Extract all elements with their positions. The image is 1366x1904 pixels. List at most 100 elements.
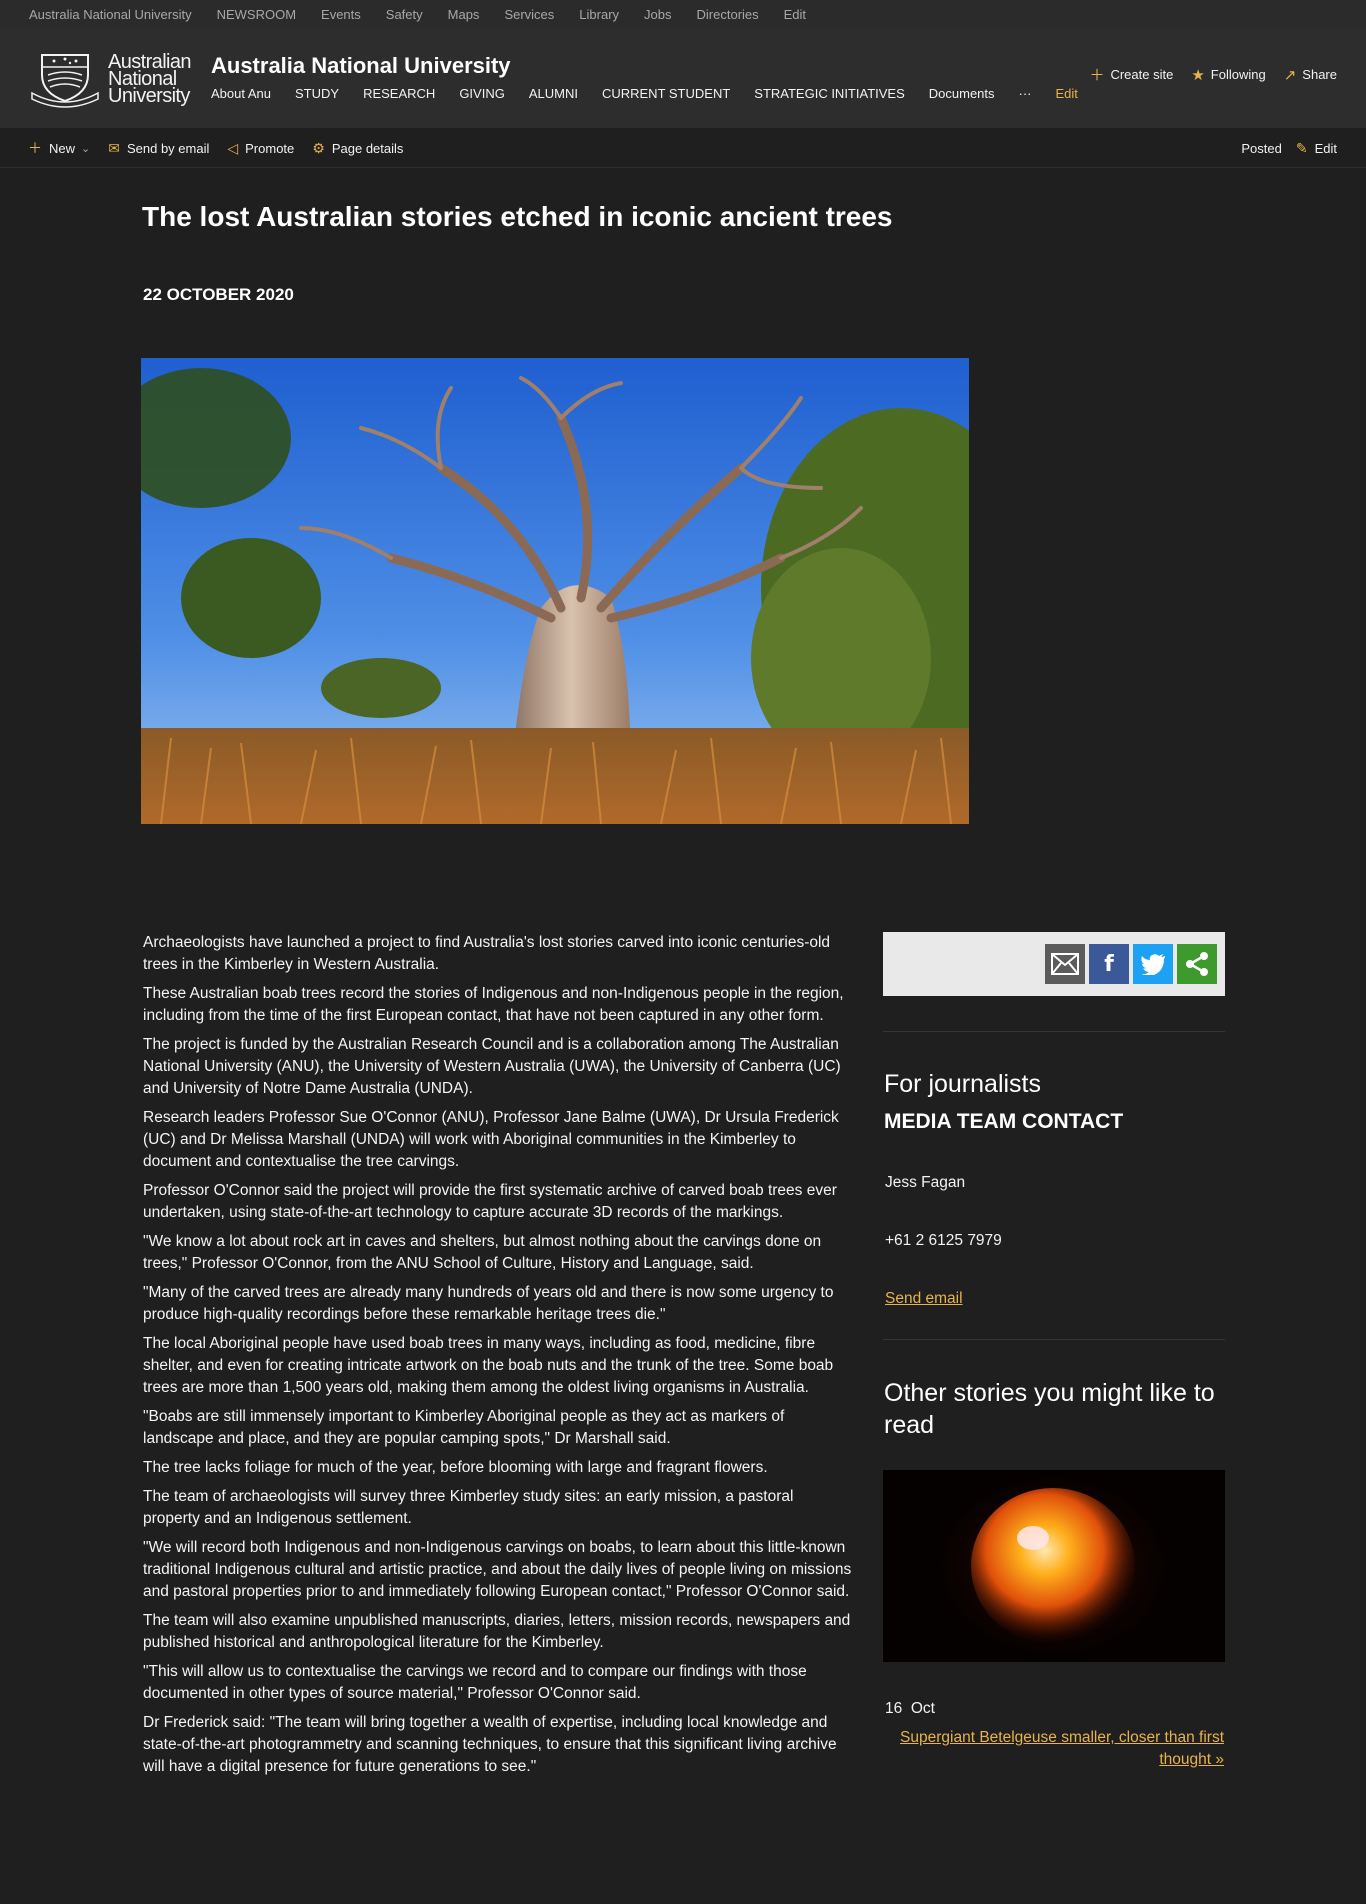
- story-link[interactable]: Supergiant Betelgeuse smaller, closer th…: [885, 1727, 1224, 1771]
- article-paragraph: The team will also examine unpublished m…: [143, 1612, 851, 1651]
- article-date: 22 OCTOBER 2020: [143, 285, 294, 304]
- article-paragraph: The tree lacks foliage for much of the y…: [143, 1459, 768, 1476]
- other-stories-heading: Other stories you might like to read: [884, 1379, 1215, 1439]
- article-paragraph: Professor O'Connor said the project will…: [143, 1182, 837, 1221]
- twitter-icon: [1141, 954, 1165, 975]
- nav-more-button[interactable]: ···: [1019, 86, 1032, 101]
- star-icon: ★: [1191, 66, 1205, 84]
- megaphone-icon: ◁: [227, 139, 239, 156]
- nav-study[interactable]: STUDY: [295, 86, 339, 101]
- email-icon: [1051, 953, 1079, 975]
- story-thumbnail-betelgeuse[interactable]: [883, 1470, 1225, 1662]
- sidebar-divider: [883, 1031, 1225, 1032]
- new-button[interactable]: ＋ New ⌄: [28, 138, 90, 158]
- article-paragraph: Archaeologists have launched a project t…: [143, 934, 831, 973]
- page-details-button[interactable]: ⚙ Page details: [312, 140, 403, 157]
- suite-link-directories[interactable]: Directories: [697, 7, 759, 22]
- article-paragraph: "We know a lot about rock art in caves a…: [143, 1233, 822, 1272]
- suite-link-jobs[interactable]: Jobs: [644, 7, 671, 22]
- share-more-button[interactable]: [1177, 944, 1217, 984]
- facebook-share-button[interactable]: f: [1089, 944, 1129, 984]
- email-share-button[interactable]: [1045, 944, 1085, 984]
- article-paragraph: The team of archaeologists will survey t…: [143, 1488, 794, 1527]
- nav-current-student[interactable]: CURRENT STUDENT: [602, 86, 730, 101]
- new-label: New: [49, 140, 76, 156]
- sidebar-divider: [883, 1339, 1225, 1340]
- create-site-label: Create site: [1110, 67, 1174, 82]
- media-team-heading: MEDIA TEAM CONTACT: [884, 1110, 1124, 1133]
- suite-link-events[interactable]: Events: [321, 7, 361, 22]
- article-title: The lost Australian stories etched in ic…: [142, 201, 893, 232]
- logo-line-3: University: [108, 84, 190, 107]
- article-paragraph: "This will allow us to contextualise the…: [143, 1663, 807, 1702]
- edit-page-label: Edit: [1314, 140, 1337, 156]
- nav-strategic-initiatives[interactable]: STRATEGIC INITIATIVES: [754, 86, 904, 101]
- article-paragraph: The project is funded by the Australian …: [143, 1036, 841, 1097]
- command-bar-left: ＋ New ⌄ ✉ Send by email ◁ Promote ⚙ Page…: [28, 128, 421, 168]
- nav-documents[interactable]: Documents: [929, 86, 995, 101]
- boab-tree-illustration: [141, 358, 969, 824]
- chevron-down-icon: ⌄: [81, 142, 91, 155]
- page-status: Posted: [1241, 140, 1282, 156]
- command-bar: ＋ New ⌄ ✉ Send by email ◁ Promote ⚙ Page…: [0, 128, 1366, 168]
- share-button[interactable]: ↗ Share: [1284, 66, 1337, 84]
- logo-wordmark: Australian National University: [108, 52, 192, 107]
- nav-giving[interactable]: GIVING: [459, 86, 505, 101]
- plus-icon: ＋: [1089, 67, 1105, 84]
- share-icon: [1186, 952, 1208, 976]
- betelgeuse-illustration: [883, 1470, 1225, 1662]
- story-date: 16 Oct: [885, 1700, 935, 1718]
- site-header: Australian National University Australia…: [0, 29, 1366, 128]
- suite-link-maps[interactable]: Maps: [448, 7, 480, 22]
- nav-edit-link[interactable]: Edit: [1056, 86, 1078, 101]
- plus-icon: ＋: [28, 140, 42, 156]
- contact-name: Jess Fagan: [885, 1174, 966, 1191]
- top-navigation: About Anu STUDY RESEARCH GIVING ALUMNI C…: [211, 86, 1102, 101]
- nav-research[interactable]: RESEARCH: [363, 86, 435, 101]
- create-site-button[interactable]: ＋ Create site: [1089, 64, 1173, 85]
- nav-alumni[interactable]: ALUMNI: [529, 86, 578, 101]
- nav-about-anu[interactable]: About Anu: [211, 86, 271, 101]
- suite-link-services[interactable]: Services: [504, 7, 554, 22]
- gear-icon: ⚙: [312, 139, 325, 156]
- article-paragraph: "Boabs are still immensely important to …: [143, 1408, 785, 1447]
- send-by-email-label: Send by email: [126, 140, 210, 156]
- edit-page-button[interactable]: ✎ Edit: [1296, 140, 1337, 157]
- promote-label: Promote: [245, 140, 295, 156]
- header-actions: ＋ Create site ★ Following ↗ Share: [1071, 64, 1337, 85]
- suite-link-library[interactable]: Library: [579, 7, 619, 22]
- following-button[interactable]: ★ Following: [1191, 66, 1265, 84]
- promote-button[interactable]: ◁ Promote: [227, 140, 294, 157]
- article-paragraph: "We will record both Indigenous and non-…: [143, 1539, 852, 1600]
- suite-link-safety[interactable]: Safety: [386, 7, 423, 22]
- twitter-share-button[interactable]: [1133, 944, 1173, 984]
- contact-phone: +61 2 6125 7979: [885, 1232, 1002, 1249]
- pencil-icon: ✎: [1295, 139, 1308, 156]
- suite-link-edit[interactable]: Edit: [784, 7, 806, 22]
- share-arrow-icon: ↗: [1283, 66, 1297, 84]
- facebook-icon: f: [1104, 951, 1114, 977]
- anu-logo[interactable]: Australian National University: [28, 48, 196, 110]
- article-paragraph: These Australian boab trees record the s…: [143, 985, 844, 1024]
- article-paragraph: The local Aboriginal people have used bo…: [143, 1335, 834, 1396]
- story-day: 16: [885, 1700, 903, 1717]
- hero-image-boab-tree: [141, 358, 969, 824]
- suite-link-anu[interactable]: Australia National University: [29, 7, 192, 22]
- article-paragraph: Research leaders Professor Sue O'Connor …: [143, 1109, 839, 1170]
- suite-bar: Australia National University NEWSROOM E…: [0, 0, 1366, 29]
- share-toolbar: f: [883, 932, 1225, 996]
- page-details-label: Page details: [331, 140, 404, 156]
- story-month: Oct: [910, 1700, 935, 1717]
- command-bar-right: Posted ✎ Edit: [1241, 128, 1337, 168]
- article-paragraph: "Many of the carved trees are already ma…: [143, 1284, 834, 1323]
- send-email-link[interactable]: Send email: [885, 1290, 963, 1308]
- send-by-email-button[interactable]: ✉ Send by email: [108, 140, 209, 157]
- share-label: Share: [1302, 67, 1337, 82]
- anu-crest-icon: [31, 54, 99, 108]
- mail-icon: ✉: [108, 139, 120, 156]
- following-label: Following: [1210, 67, 1266, 82]
- suite-link-newsroom[interactable]: NEWSROOM: [217, 7, 296, 22]
- journalists-heading: For journalists: [884, 1070, 1041, 1098]
- site-title[interactable]: Australia National University: [211, 53, 511, 79]
- article-paragraph: Dr Frederick said: "The team will bring …: [143, 1714, 837, 1775]
